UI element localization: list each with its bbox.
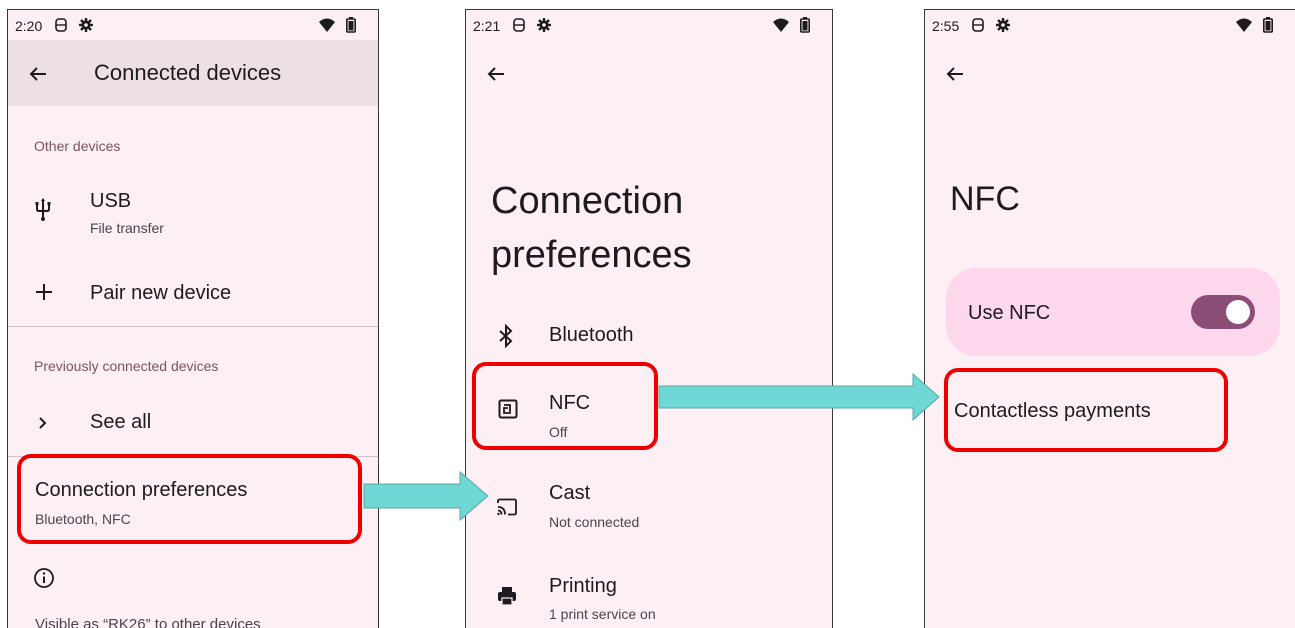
nfc-icon	[498, 399, 518, 419]
flow-arrow-2	[658, 372, 940, 422]
printing-subtitle: 1 print service on	[549, 606, 656, 622]
page-title-line-1: Connection	[491, 180, 684, 222]
bluetooth-icon	[499, 324, 513, 348]
usb-icon	[35, 198, 51, 221]
page-title: NFC	[950, 180, 1020, 218]
visible-as-text: Visible as “RK26” to other devices	[35, 616, 261, 628]
status-icons-right	[318, 16, 362, 34]
cast-item[interactable]: Cast Not connected	[466, 472, 832, 548]
wifi-icon	[1235, 18, 1252, 32]
contactless-payments-item[interactable]: Contactless payments	[925, 378, 1295, 454]
section-header-previously-connected: Previously connected devices	[34, 358, 219, 374]
pair-new-device-item[interactable]: Pair new device	[8, 262, 378, 322]
screen-nfc: 2:55 NFC Use NFC Contactless payments	[924, 9, 1295, 628]
status-time: 2:21	[473, 18, 501, 34]
section-header-other-devices: Other devices	[34, 138, 121, 154]
battery-icon	[346, 16, 356, 33]
see-all-item[interactable]: See all	[8, 395, 378, 451]
nfc-subtitle: Off	[549, 424, 568, 440]
back-arrow-icon[interactable]	[484, 62, 508, 86]
cast-title: Cast	[549, 482, 591, 504]
see-all-label: See all	[90, 411, 152, 433]
app-bar	[925, 40, 1295, 106]
chevron-right-icon	[39, 417, 47, 429]
status-bar: 2:20	[8, 10, 378, 40]
sim-icon	[972, 17, 984, 32]
cast-subtitle: Not connected	[549, 514, 640, 530]
status-icons-right	[772, 16, 816, 34]
back-arrow-icon[interactable]	[26, 62, 50, 86]
gear-icon	[79, 17, 94, 32]
app-bar: Connected devices	[8, 40, 378, 106]
page-title: Connection preferences	[491, 174, 692, 282]
back-arrow-icon[interactable]	[943, 62, 967, 86]
screen-connected-devices: 2:20 Connected devices Other devices USB…	[7, 9, 379, 628]
use-nfc-label: Use NFC	[968, 302, 1051, 324]
connection-preferences-item[interactable]: Connection preferences Bluetooth, NFC	[8, 460, 378, 544]
screen-connection-preferences: 2:21 Connection preferences Bluetooth NF…	[465, 9, 833, 628]
status-time: 2:20	[15, 18, 43, 34]
cast-icon	[497, 498, 517, 516]
status-icons-left	[54, 16, 100, 34]
bluetooth-label: Bluetooth	[549, 324, 634, 346]
status-icons-right	[1235, 16, 1279, 34]
flow-arrow-1	[363, 470, 489, 522]
nfc-title: NFC	[549, 392, 591, 414]
printer-icon	[498, 587, 516, 606]
printing-title: Printing	[549, 575, 617, 597]
plus-icon	[36, 284, 52, 300]
sim-icon	[513, 17, 525, 32]
usb-item[interactable]: USB File transfer	[8, 180, 378, 248]
use-nfc-toggle[interactable]	[1191, 295, 1255, 329]
page-title-line-2: preferences	[491, 234, 692, 276]
use-nfc-card[interactable]: Use NFC	[946, 268, 1280, 356]
info-icon	[34, 568, 54, 588]
status-time: 2:55	[932, 18, 960, 34]
usb-title: USB	[90, 190, 132, 212]
battery-icon	[1263, 16, 1273, 33]
gear-icon	[996, 17, 1011, 32]
bluetooth-item[interactable]: Bluetooth	[466, 310, 832, 366]
gear-icon	[537, 17, 552, 32]
divider	[8, 326, 378, 327]
contactless-payments-label: Contactless payments	[954, 400, 1151, 422]
battery-icon	[800, 16, 810, 33]
sim-icon	[55, 17, 67, 32]
status-bar: 2:55	[925, 10, 1295, 40]
page-title: Connected devices	[94, 60, 282, 85]
toggle-knob	[1226, 300, 1250, 324]
divider	[8, 456, 378, 457]
printing-item[interactable]: Printing 1 print service on	[466, 566, 832, 628]
wifi-icon	[772, 18, 789, 32]
connection-preferences-subtitle: Bluetooth, NFC	[35, 511, 131, 527]
status-bar: 2:21	[466, 10, 832, 40]
usb-subtitle: File transfer	[90, 220, 164, 236]
app-bar	[466, 40, 832, 106]
status-icons-left	[512, 16, 558, 34]
connection-preferences-title: Connection preferences	[35, 479, 248, 501]
status-icons-left	[971, 16, 1017, 34]
pair-new-device-label: Pair new device	[90, 282, 232, 304]
wifi-icon	[318, 18, 335, 32]
